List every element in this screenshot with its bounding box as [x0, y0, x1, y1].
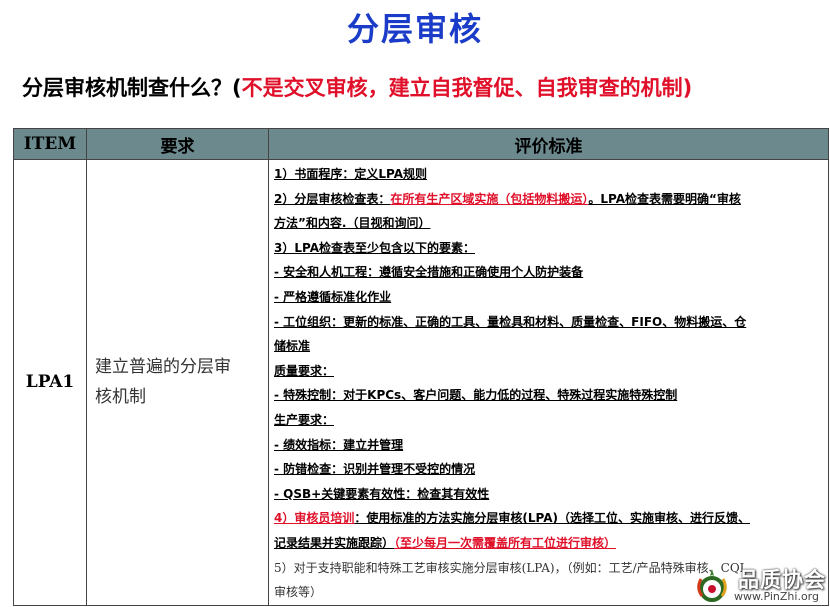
criteria-line-15: 4）审核员培训：使用标准的方法实施分层审核(LPA)（选择工位、实施审核、进行反…	[274, 511, 750, 526]
criteria-cell: 1）书面程序：定义LPA规则 2）分层审核检查表：在所有生产区域实施（包括物料搬…	[268, 159, 829, 606]
criteria-line-1: 1）书面程序：定义LPA规则	[274, 162, 822, 187]
criteria-text: 1）书面程序：定义LPA规则	[274, 167, 427, 181]
criteria-line-4: 3）LPA检查表至少包含以下的要素：	[274, 240, 475, 255]
criteria-line-7: - 工位组织：更新的标准、正确的工具、量检具和材料、质量检查、FIFO、物料搬运…	[274, 314, 747, 329]
header-criteria: 评价标准	[268, 128, 829, 160]
criteria-line-6: - 严格遵循标准化作业	[274, 289, 392, 304]
criteria-line-8: 储标准	[274, 339, 311, 354]
criteria-line-5: - 安全和人机工程：遵循安全措施和正确使用个人防护装备	[274, 265, 584, 280]
table-header-row: ITEM 要求 评价标准	[13, 128, 829, 160]
criteria-line-3: 方法”和内容.（目视和询问）	[274, 216, 431, 231]
criteria-line-11: 生产要求：	[274, 412, 335, 427]
requirement-line-2: 核机制	[95, 387, 146, 408]
criteria-emphasis: （至少每月一次需覆盖所有工位进行审核）	[394, 535, 617, 550]
criteria-emphasis: 在所有生产区域实施（包括物料搬运）	[390, 191, 589, 206]
table-row: LPA1 建立普遍的分层审 核机制 1）书面程序：定义LPA规则 2）分层审核检…	[13, 159, 829, 606]
watermark-url: www.PinZhi.org	[734, 590, 819, 603]
criteria-line-12: - 绩效指标：建立并管理	[274, 437, 404, 452]
criteria-emphasis: 审核员培训	[294, 511, 355, 526]
header-item: ITEM	[13, 128, 87, 160]
item-cell: LPA1	[13, 159, 87, 606]
watermark: 品质协会 www.PinZhi.org	[692, 558, 828, 606]
subtitle-emphasis: 不是交叉审核，建立自我督促、自我审查的机制)	[241, 76, 693, 100]
page-title: 分层审核	[346, 10, 483, 48]
criteria-line-10: - 特殊控制：对于KPCs、客户问题、能力低的过程、特殊过程实施特殊控制	[274, 388, 678, 403]
criteria-line-2: 2）分层审核检查表：在所有生产区域实施（包括物料搬运）。LPA检查表需要明确“审…	[274, 191, 741, 206]
pinzhi-logo-icon	[697, 569, 727, 602]
requirement-cell: 建立普遍的分层审 核机制	[86, 159, 269, 606]
subtitle: 分层审核机制查什么？(不是交叉审核，建立自我督促、自我审查的机制)	[22, 72, 692, 102]
lpa-requirements-table: ITEM 要求 评价标准 LPA1 建立普遍的分层审 核机制 1）书面程序：定义…	[13, 128, 829, 606]
criteria-line-9: 质量要求：	[274, 363, 335, 378]
subtitle-question: 分层审核机制查什么？(	[22, 76, 242, 100]
requirement-line-1: 建立普遍的分层审	[95, 357, 231, 378]
criteria-line-16: 记录结果并实施跟踪）（至少每月一次需覆盖所有工位进行审核）	[274, 535, 617, 550]
criteria-line-14: - QSB+关键要素有效性：检查其有效性	[274, 486, 490, 501]
header-requirement: 要求	[86, 128, 269, 160]
criteria-line-13: - 防错检查：识别并管理不受控的情况	[274, 462, 476, 477]
